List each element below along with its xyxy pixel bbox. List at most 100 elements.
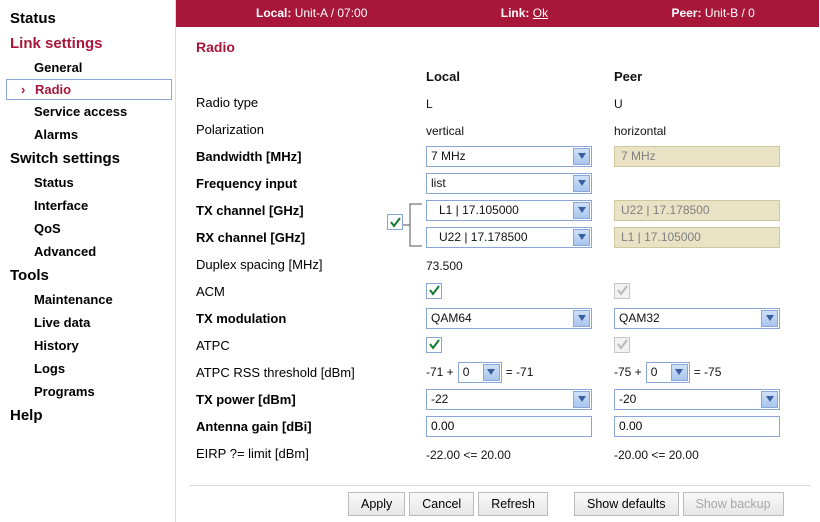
peer-atpc-offset-select[interactable]: 0 <box>646 362 690 383</box>
peer-ant-gain-input[interactable] <box>614 416 780 437</box>
chevron-down-icon <box>573 202 590 219</box>
peer-tx-power-select[interactable]: -20 <box>614 389 780 410</box>
label-ant-gain: Antenna gain [dBi] <box>196 419 406 434</box>
local-rx-channel-select[interactable]: U22 | 17.178500 <box>426 227 592 248</box>
chevron-down-icon <box>761 310 778 327</box>
nav-maintenance[interactable]: Maintenance <box>6 288 175 311</box>
nav-sw-status[interactable]: Status <box>6 171 175 194</box>
local-tx-power-value: -22 <box>431 392 448 406</box>
local-freq-input-value: list <box>431 176 446 190</box>
nav-status[interactable]: Status <box>6 6 175 31</box>
nav-logs[interactable]: Logs <box>6 357 175 380</box>
peer-eirp: -20.00 <= 20.00 <box>614 445 699 462</box>
label-tx-mod: TX modulation <box>196 311 406 326</box>
label-polarization: Polarization <box>196 122 406 137</box>
peer-atpc-offset-value: 0 <box>651 365 658 379</box>
label-tx-channel: TX channel [GHz] <box>196 203 406 218</box>
topbar-peer-label: Peer: <box>671 6 701 20</box>
button-bar: Apply Cancel Refresh Show defaults Show … <box>190 485 810 516</box>
cancel-button[interactable]: Cancel <box>409 492 474 516</box>
section-title: Radio <box>196 39 809 55</box>
local-polarization: vertical <box>426 121 464 138</box>
nav-interface[interactable]: Interface <box>6 194 175 217</box>
content: Radio Local Peer Radio type L U Polariza… <box>176 27 819 465</box>
nav-tools[interactable]: Tools <box>6 263 175 288</box>
label-rx-channel: RX channel [GHz] <box>196 230 406 245</box>
nav: Status Link settings General Radio Servi… <box>6 6 175 428</box>
nav-switch-settings[interactable]: Switch settings <box>6 146 175 171</box>
nav-live-data[interactable]: Live data <box>6 311 175 334</box>
show-backup-button: Show backup <box>683 492 784 516</box>
label-duplex: Duplex spacing [MHz] <box>196 257 406 272</box>
tx-rx-link-checkbox[interactable] <box>387 214 403 230</box>
topbar-peer-value: Unit-B / 0 <box>705 6 755 20</box>
apply-button[interactable]: Apply <box>348 492 405 516</box>
nav-service-access[interactable]: Service access <box>6 100 175 123</box>
local-bandwidth-value: 7 MHz <box>431 149 466 163</box>
label-atpc-rss: ATPC RSS threshold [dBm] <box>196 365 406 380</box>
main: Local: Unit-A / 07:00 Link: Ok Peer: Uni… <box>176 0 819 522</box>
chevron-down-icon <box>483 364 500 381</box>
peer-atpc-base: -75 + <box>614 365 642 379</box>
local-tx-channel-select[interactable]: L1 | 17.105000 <box>426 200 592 221</box>
column-headers: Local Peer <box>196 69 809 84</box>
nav-history[interactable]: History <box>6 334 175 357</box>
local-atpc-checkbox[interactable] <box>426 337 442 353</box>
nav-programs[interactable]: Programs <box>6 380 175 403</box>
tx-rx-link-bracket <box>400 202 424 251</box>
chevron-down-icon <box>573 175 590 192</box>
local-radio-type: L <box>426 94 433 111</box>
topbar-local-value: Unit-A / 07:00 <box>295 6 368 20</box>
nav-qos[interactable]: QoS <box>6 217 175 240</box>
local-atpc-offset-select[interactable]: 0 <box>458 362 502 383</box>
chevron-down-icon <box>573 229 590 246</box>
nav-alarms[interactable]: Alarms <box>6 123 175 146</box>
local-tx-mod-select[interactable]: QAM64 <box>426 308 592 329</box>
label-bandwidth: Bandwidth [MHz] <box>196 149 406 164</box>
local-bandwidth-select[interactable]: 7 MHz <box>426 146 592 167</box>
label-atpc: ATPC <box>196 338 406 353</box>
local-eirp: -22.00 <= 20.00 <box>426 445 511 462</box>
local-duplex: 73.500 <box>426 256 463 273</box>
sidebar: Status Link settings General Radio Servi… <box>0 0 176 522</box>
peer-tx-mod-value: QAM32 <box>619 311 660 325</box>
peer-polarization: horizontal <box>614 121 666 138</box>
nav-advanced[interactable]: Advanced <box>6 240 175 263</box>
label-radio-type: Radio type <box>196 95 406 110</box>
peer-radio-type: U <box>614 94 623 111</box>
refresh-button[interactable]: Refresh <box>478 492 548 516</box>
chevron-down-icon <box>573 148 590 165</box>
local-atpc-result: = -71 <box>506 365 534 379</box>
peer-rx-channel-readonly: L1 | 17.105000 <box>614 227 780 248</box>
show-defaults-button[interactable]: Show defaults <box>574 492 679 516</box>
header-local: Local <box>426 69 596 84</box>
nav-general[interactable]: General <box>6 56 175 79</box>
chevron-down-icon <box>573 310 590 327</box>
local-rx-channel-value: U22 | 17.178500 <box>439 230 528 244</box>
peer-bandwidth-readonly: 7 MHz <box>614 146 780 167</box>
local-ant-gain-input[interactable] <box>426 416 592 437</box>
peer-atpc-result: = -75 <box>694 365 722 379</box>
local-tx-channel-value: L1 | 17.105000 <box>439 203 519 217</box>
local-freq-input-select[interactable]: list <box>426 173 592 194</box>
peer-tx-power-value: -20 <box>619 392 636 406</box>
nav-help[interactable]: Help <box>6 403 175 428</box>
topbar-local-label: Local: <box>256 6 291 20</box>
topbar-link-label: Link: <box>501 6 530 20</box>
local-tx-power-select[interactable]: -22 <box>426 389 592 410</box>
chevron-down-icon <box>761 391 778 408</box>
label-freq-input: Frequency input <box>196 176 406 191</box>
label-eirp: EIRP ?= limit [dBm] <box>196 446 406 461</box>
label-acm: ACM <box>196 284 406 299</box>
peer-tx-mod-select[interactable]: QAM32 <box>614 308 780 329</box>
topbar-link-value[interactable]: Ok <box>533 6 548 20</box>
chevron-down-icon <box>573 391 590 408</box>
nav-radio[interactable]: Radio <box>6 79 172 100</box>
local-acm-checkbox[interactable] <box>426 283 442 299</box>
header-peer: Peer <box>614 69 784 84</box>
nav-link-settings[interactable]: Link settings <box>6 31 175 56</box>
chevron-down-icon <box>671 364 688 381</box>
local-atpc-base: -71 + <box>426 365 454 379</box>
peer-atpc-checkbox <box>614 337 630 353</box>
label-tx-power: TX power [dBm] <box>196 392 406 407</box>
